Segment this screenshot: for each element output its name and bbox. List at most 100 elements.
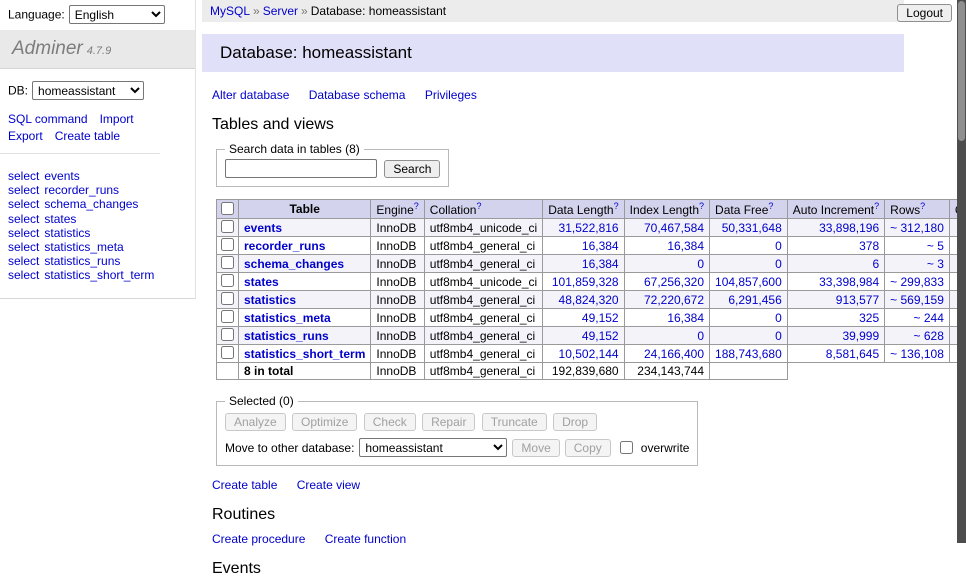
data-length-link[interactable]: 49,152 (582, 329, 619, 343)
index-length-link[interactable]: 24,166,400 (644, 347, 704, 361)
data-length-link[interactable]: 49,152 (582, 311, 619, 325)
data-length-link[interactable]: 101,859,328 (552, 275, 619, 289)
data-free-link[interactable]: 0 (775, 257, 782, 271)
create-link[interactable]: Create table (212, 478, 277, 492)
routine-link[interactable]: Create procedure (212, 532, 305, 546)
rows-count-link[interactable]: ~ 628 (914, 329, 944, 343)
sidebar-table-link[interactable]: recorder_runs (44, 183, 119, 197)
rows-count-link[interactable]: ~ 3 (927, 257, 944, 271)
table-name-link[interactable]: statistics_runs (244, 329, 329, 343)
sidebar-table-link[interactable]: states (44, 212, 76, 226)
index-length-link[interactable]: 0 (697, 257, 704, 271)
search-button[interactable]: Search (384, 160, 440, 178)
data-length-link[interactable]: 31,522,816 (559, 221, 619, 235)
data-length-link[interactable]: 48,824,320 (559, 293, 619, 307)
help-link[interactable]: ? (699, 201, 704, 211)
sidebar-table-link[interactable]: schema_changes (44, 197, 138, 211)
rows-count-link[interactable]: ~ 5 (927, 239, 944, 253)
sidebar-link[interactable]: Create table (55, 129, 120, 143)
sidebar-select-link[interactable]: select (8, 226, 39, 240)
table-name-link[interactable]: recorder_runs (244, 239, 325, 253)
table-name-link[interactable]: statistics_short_term (244, 347, 365, 361)
rows-count-link[interactable]: ~ 244 (914, 311, 944, 325)
row-checkbox[interactable] (221, 310, 234, 323)
rows-count-link[interactable]: ~ 136,108 (890, 347, 944, 361)
sidebar-select-link[interactable]: select (8, 169, 39, 183)
row-checkbox[interactable] (221, 274, 234, 287)
move-database-select[interactable]: homeassistant (359, 438, 507, 457)
data-free-link[interactable]: 0 (775, 329, 782, 343)
overwrite-checkbox[interactable] (620, 441, 633, 454)
help-link[interactable]: ? (920, 201, 925, 211)
data-free-link[interactable]: 188,743,680 (715, 347, 782, 361)
data-free-link[interactable]: 50,331,648 (722, 221, 782, 235)
data-length-link[interactable]: 10,502,144 (559, 347, 619, 361)
auto-increment-link[interactable]: 33,398,984 (819, 275, 879, 289)
sidebar-select-link[interactable]: select (8, 268, 39, 282)
help-link[interactable]: ? (768, 201, 773, 211)
auto-increment-link[interactable]: 325 (859, 311, 879, 325)
table-name-link[interactable]: states (244, 275, 279, 289)
auto-increment-link[interactable]: 913,577 (836, 293, 879, 307)
sidebar-select-link[interactable]: select (8, 212, 39, 226)
table-name-link[interactable]: schema_changes (244, 257, 344, 271)
index-length-link[interactable]: 16,384 (667, 239, 704, 253)
table-name-link[interactable]: events (244, 221, 282, 235)
row-checkbox[interactable] (221, 238, 234, 251)
row-checkbox[interactable] (221, 256, 234, 269)
sidebar-table-link[interactable]: statistics_meta (44, 240, 123, 254)
data-length-link[interactable]: 16,384 (582, 239, 619, 253)
sidebar-table-link[interactable]: statistics (44, 226, 90, 240)
routine-link[interactable]: Create function (325, 532, 406, 546)
sidebar-select-link[interactable]: select (8, 197, 39, 211)
data-free-link[interactable]: 0 (775, 311, 782, 325)
data-free-link[interactable]: 104,857,600 (715, 275, 782, 289)
auto-increment-link[interactable]: 8,581,645 (826, 347, 879, 361)
index-length-link[interactable]: 16,384 (667, 311, 704, 325)
breadcrumb-link-mysql[interactable]: MySQL (210, 4, 250, 18)
auto-increment-link[interactable]: 39,999 (842, 329, 879, 343)
sidebar-link[interactable]: Import (100, 112, 134, 126)
row-checkbox[interactable] (221, 328, 234, 341)
table-name-link[interactable]: statistics (244, 293, 296, 307)
db-select[interactable]: homeassistant (32, 81, 144, 100)
table-name-link[interactable]: statistics_meta (244, 311, 331, 325)
select-all-checkbox[interactable] (221, 202, 234, 215)
logout-button[interactable]: Logout (897, 4, 952, 22)
index-length-link[interactable]: 70,467,584 (644, 221, 704, 235)
rows-count-link[interactable]: ~ 299,833 (890, 275, 944, 289)
sidebar-link[interactable]: SQL command (8, 112, 88, 126)
language-select[interactable]: English (69, 5, 165, 24)
sidebar-select-link[interactable]: select (8, 240, 39, 254)
data-free-link[interactable]: 0 (775, 239, 782, 253)
sidebar-table-link[interactable]: statistics_short_term (44, 268, 154, 282)
help-link[interactable]: ? (414, 201, 419, 211)
data-free-link[interactable]: 6,291,456 (728, 293, 781, 307)
index-length-link[interactable]: 72,220,672 (644, 293, 704, 307)
db-action-link[interactable]: Database schema (309, 88, 406, 102)
help-link[interactable]: ? (476, 201, 481, 211)
rows-count-link[interactable]: ~ 312,180 (890, 221, 944, 235)
search-input[interactable] (225, 159, 377, 178)
row-checkbox[interactable] (221, 346, 234, 359)
sidebar-link[interactable]: Export (8, 129, 43, 143)
scrollbar-thumb[interactable] (958, 1, 965, 141)
sidebar-table-link[interactable]: events (44, 169, 79, 183)
row-checkbox[interactable] (221, 292, 234, 305)
create-link[interactable]: Create view (297, 478, 360, 492)
auto-increment-link[interactable]: 6 (872, 257, 879, 271)
db-action-link[interactable]: Alter database (212, 88, 289, 102)
index-length-link[interactable]: 67,256,320 (644, 275, 704, 289)
breadcrumb-link-server[interactable]: Server (263, 4, 298, 18)
sidebar-select-link[interactable]: select (8, 183, 39, 197)
auto-increment-link[interactable]: 378 (859, 239, 879, 253)
row-checkbox[interactable] (221, 220, 234, 233)
auto-increment-link[interactable]: 33,898,196 (819, 221, 879, 235)
rows-count-link[interactable]: ~ 569,159 (890, 293, 944, 307)
index-length-link[interactable]: 0 (697, 329, 704, 343)
help-link[interactable]: ? (614, 201, 619, 211)
db-action-link[interactable]: Privileges (425, 88, 477, 102)
data-length-link[interactable]: 16,384 (582, 257, 619, 271)
help-link[interactable]: ? (874, 201, 879, 211)
sidebar-table-link[interactable]: statistics_runs (44, 254, 120, 268)
